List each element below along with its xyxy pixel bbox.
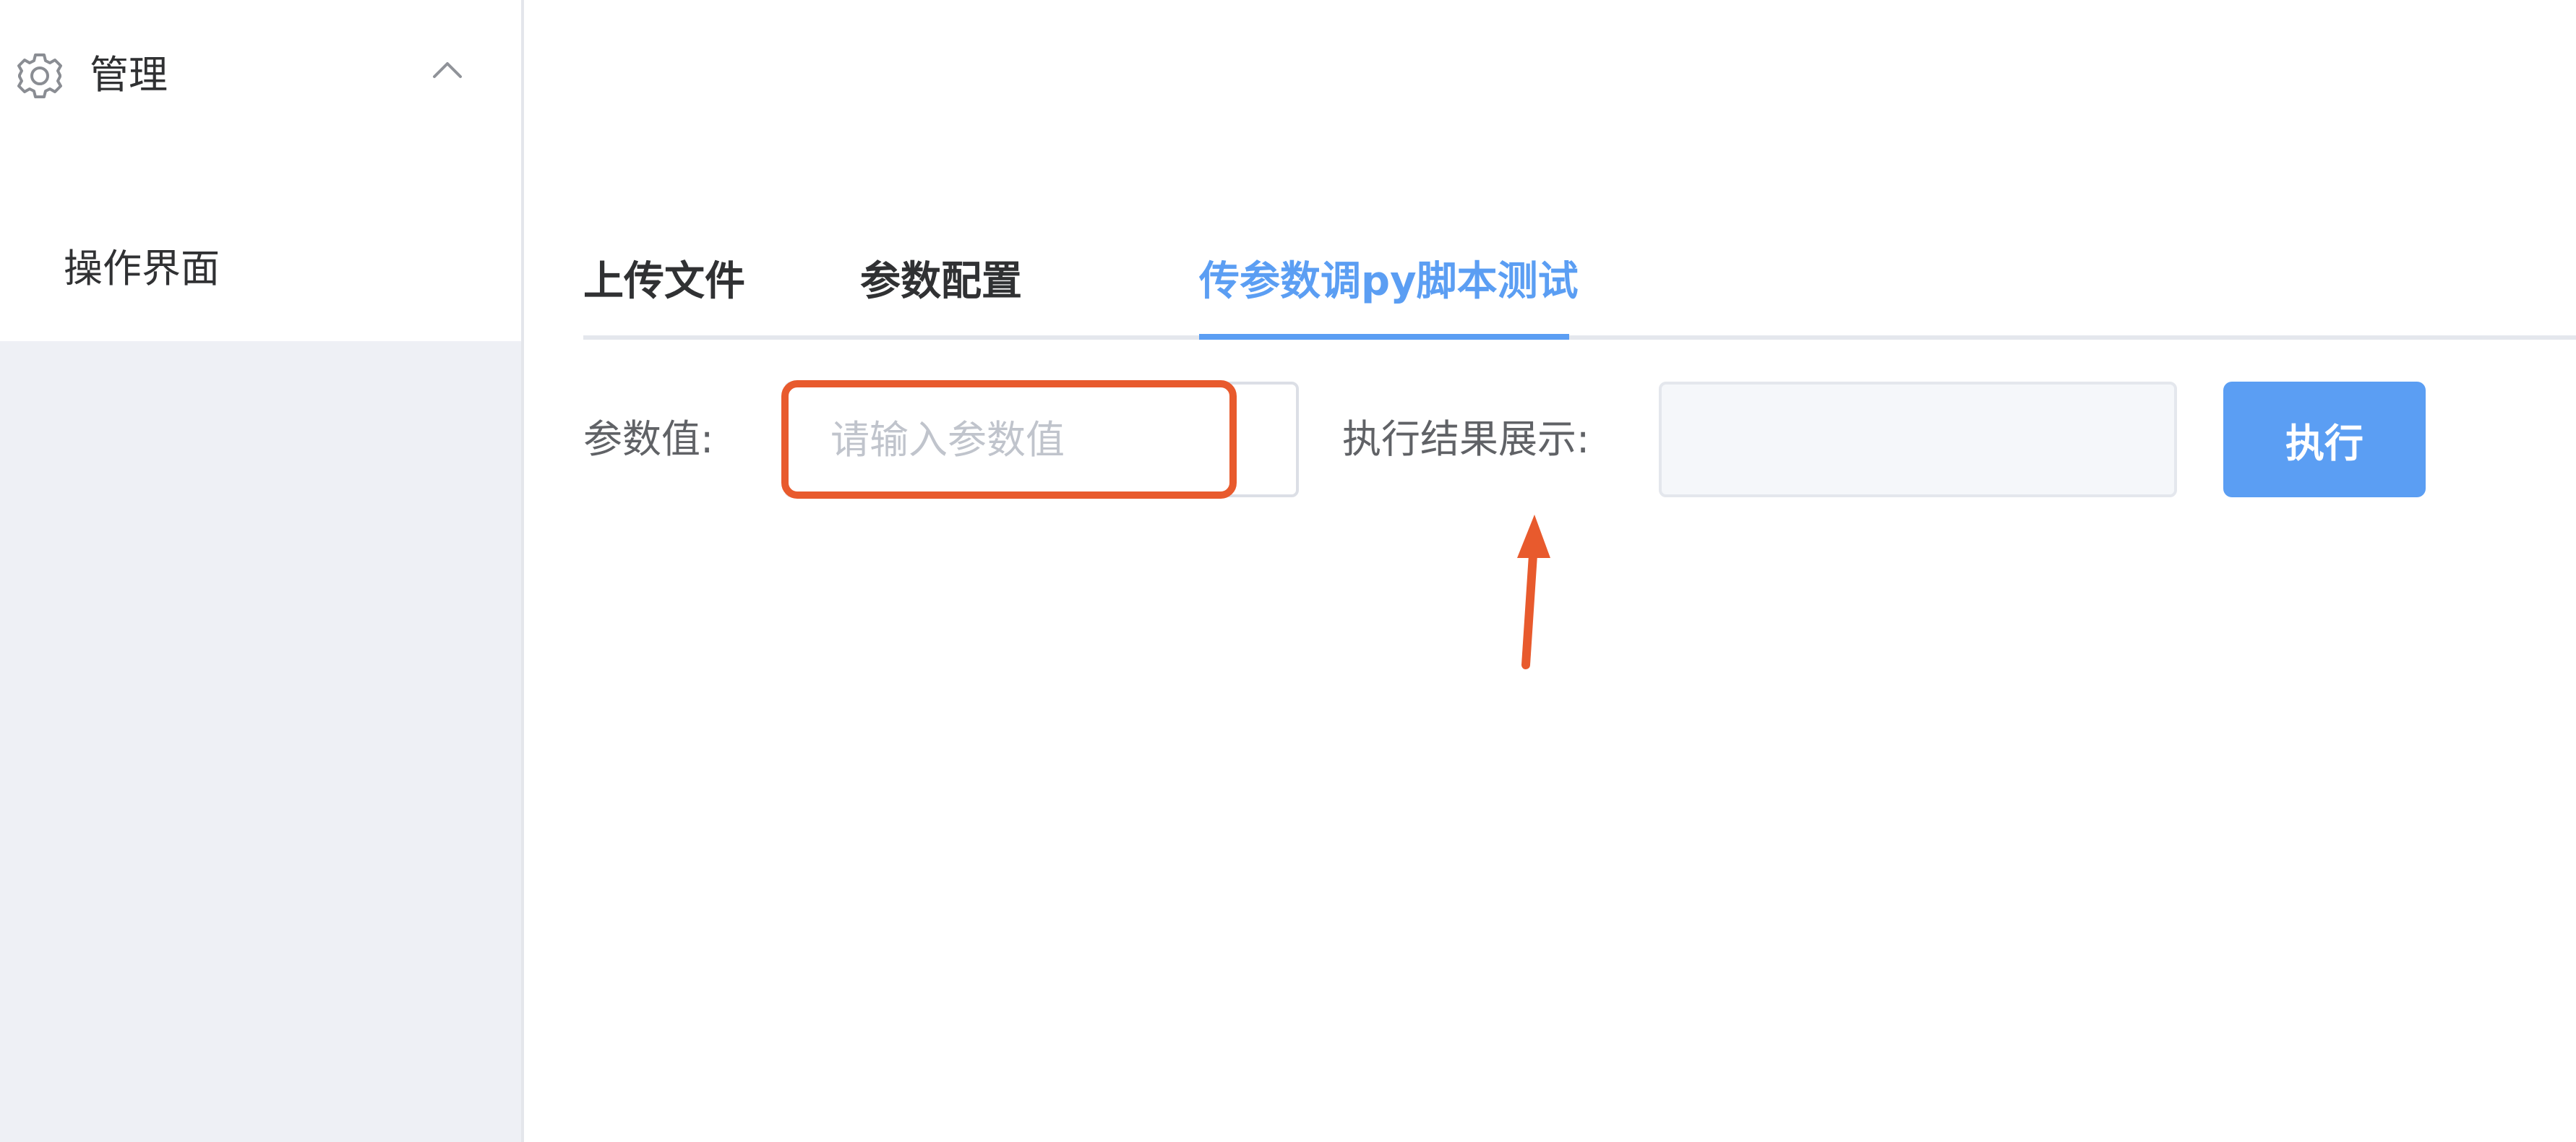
submenu-manage[interactable]: 管理 [0, 29, 521, 123]
tab-param-config[interactable]: 参数配置 [860, 253, 1022, 311]
sidebar-item-operation[interactable]: 操作界面 [0, 230, 521, 309]
sidebar: 管理 操作界面 [0, 0, 524, 1142]
main-content: 上传文件 参数配置 传参数调py脚本测试 参数值: 执行结果展示: 执行 [524, 0, 2576, 1142]
tabs-divider [583, 335, 2576, 340]
tab-upload-file[interactable]: 上传文件 [583, 253, 745, 311]
result-display [1659, 382, 2177, 497]
app-root: 管理 操作界面 上传文件 参数配置 传参数调py脚本测试 参数值: 请输入参数值… [0, 0, 2576, 1142]
execute-button[interactable]: 执行 [2223, 382, 2426, 497]
result-label: 执行结果展示: [1342, 416, 1590, 462]
tabs: 上传文件 参数配置 传参数调py脚本测试 [583, 231, 2576, 340]
sidebar-item-label: 操作界面 [64, 246, 220, 291]
tab-py-script-test[interactable]: 传参数调py脚本测试 [1199, 253, 1579, 311]
param-value-label: 参数值: [583, 416, 714, 462]
tab-active-indicator [1199, 334, 1569, 340]
chevron-up-icon [432, 61, 463, 80]
gear-icon [14, 51, 65, 101]
submenu-title: 管理 [90, 52, 168, 98]
annotation-arrow [1517, 515, 1550, 669]
sidebar-menu: 管理 操作界面 [0, 0, 521, 341]
param-value-input[interactable] [784, 382, 1299, 497]
